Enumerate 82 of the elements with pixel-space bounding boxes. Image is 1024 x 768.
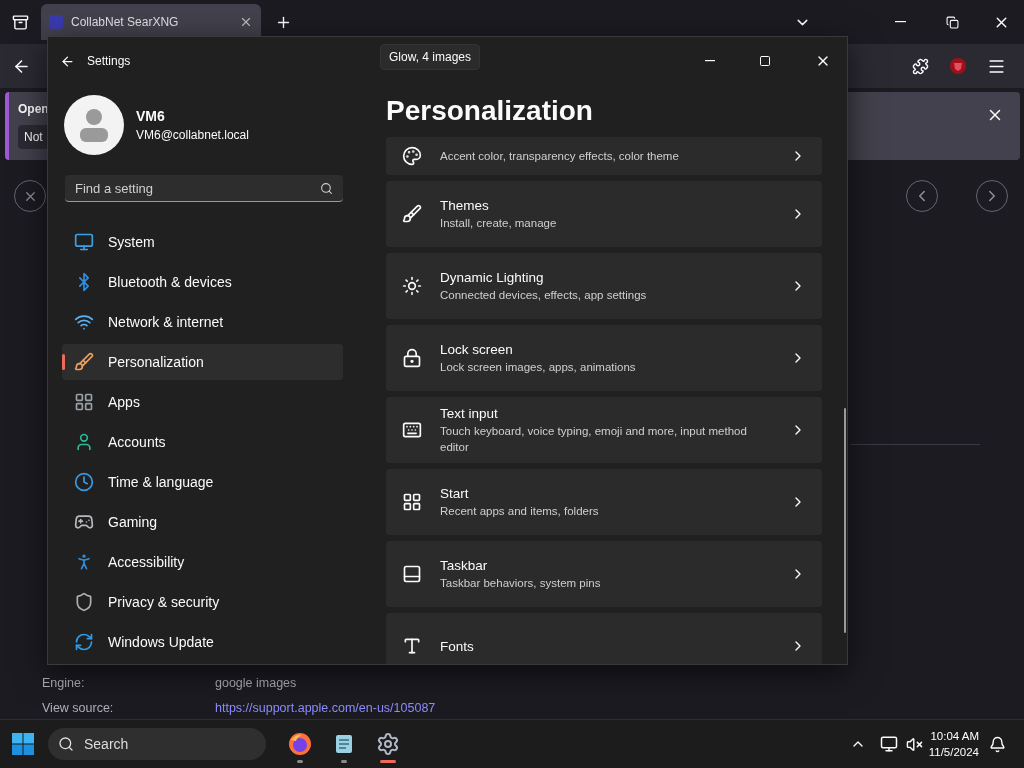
bell-icon[interactable] — [989, 735, 1006, 753]
lock-icon — [402, 348, 422, 368]
user-email: VM6@collabnet.local — [136, 128, 249, 142]
monitor-icon — [74, 232, 94, 252]
nav-item[interactable]: Accessibility — [62, 544, 343, 580]
settings-card[interactable]: Dynamic Lighting Connected devices, effects, app settings — [386, 253, 822, 319]
tray-icon — [12, 13, 29, 31]
detail-value: google images — [215, 676, 298, 690]
card-title: Taskbar — [440, 557, 489, 573]
close-icon[interactable] — [239, 15, 253, 29]
favicon-icon — [49, 15, 63, 29]
settings-card[interactable]: Start Recent apps and items, folders — [386, 469, 822, 535]
clock[interactable]: 10:04 AM 11/5/2024 — [928, 728, 979, 760]
network-icon[interactable] — [879, 735, 898, 753]
source-link[interactable]: https://support.apple.com/en-us/105087 — [215, 701, 1008, 715]
settings-card[interactable]: Fonts — [386, 613, 822, 664]
nav-item[interactable]: Network & internet — [62, 304, 343, 340]
card-title: Start — [440, 485, 470, 501]
card-description: Accent color, transparency effects, color theme — [440, 149, 680, 164]
volume-muted-icon[interactable] — [905, 735, 923, 753]
tab-title: CollabNet SearXNG — [71, 15, 180, 29]
back-button[interactable] — [60, 53, 75, 69]
settings-card[interactable]: Lock screen Lock screen images, apps, animations — [386, 325, 822, 391]
card-description: Lock screen images, apps, animations — [440, 359, 637, 375]
card-title: Lock screen — [440, 341, 514, 357]
settings-card[interactable]: Taskbar Taskbar behaviors, system pins — [386, 541, 822, 607]
palette-icon — [402, 146, 422, 166]
nav-item[interactable]: System — [62, 224, 343, 260]
card-title: Text input — [440, 405, 499, 421]
nav-item[interactable]: Accounts — [62, 424, 343, 460]
card-description: Taskbar behaviors, system pins — [440, 575, 602, 591]
grid-icon — [402, 492, 422, 512]
puzzle-icon — [912, 57, 929, 75]
type-icon — [402, 636, 422, 656]
window-title: Settings — [87, 54, 131, 68]
restore-icon — [946, 15, 959, 29]
card-title: Fonts — [440, 638, 475, 654]
minimize-icon — [895, 21, 906, 23]
settings-card[interactable]: Accent color, transparency effects, color theme — [386, 137, 822, 175]
search-icon — [58, 736, 74, 752]
detail-label: Engine: — [42, 676, 86, 690]
page-heading: Personalization — [386, 94, 594, 128]
settings-card[interactable]: Text input Touch keyboard, voice typing, emoji and more, input method editor — [386, 397, 822, 463]
search-field[interactable]: Find a setting — [65, 175, 343, 202]
taskbar-search[interactable]: Search — [48, 728, 266, 760]
refresh-icon — [74, 632, 94, 652]
card-description: Recent apps and items, folders — [440, 503, 600, 519]
shield-icon — [949, 57, 967, 75]
clock-icon — [74, 472, 94, 492]
nav-item[interactable]: Bluetooth & devices — [62, 264, 343, 300]
keyboard-icon — [402, 420, 422, 440]
nav-item[interactable]: Apps — [62, 384, 343, 420]
card-description: Touch keyboard, voice typing, emoji and more, input method editor — [440, 423, 748, 455]
card-description: Connected devices, effects, app settings — [440, 287, 648, 303]
search-icon — [320, 181, 333, 195]
nav-item[interactable]: Privacy & security — [62, 584, 343, 620]
brush-icon — [402, 204, 422, 224]
wifi-icon — [74, 312, 94, 332]
grid-icon — [74, 392, 94, 412]
card-title: Themes — [440, 197, 490, 213]
brush-icon — [74, 352, 94, 372]
sun-icon — [402, 276, 422, 296]
maximize-icon — [759, 55, 771, 67]
nav-item[interactable]: Personalization — [62, 344, 343, 380]
nav-item[interactable]: Time & language — [62, 464, 343, 500]
tooltip: Glow, 4 images — [380, 44, 481, 70]
settings-card[interactable]: Themes Install, create, manage — [386, 181, 822, 247]
avatar — [64, 95, 124, 155]
shield-icon — [74, 592, 94, 612]
notification-button[interactable]: Not — [18, 125, 49, 149]
gamepad-icon — [74, 512, 94, 532]
person-icon — [74, 432, 94, 452]
minimize-icon — [705, 60, 715, 62]
card-title: Dynamic Lighting — [440, 269, 545, 285]
windows-start-icon[interactable] — [12, 733, 34, 755]
nav-item[interactable]: Gaming — [62, 504, 343, 540]
user-name: VM6 — [136, 108, 166, 124]
taskbar-icon — [402, 564, 422, 584]
card-description: Install, create, manage — [440, 215, 558, 231]
nav-item[interactable]: Windows Update — [62, 624, 343, 660]
notification-text: Open — [18, 102, 49, 116]
detail-label: View source: — [42, 701, 115, 715]
